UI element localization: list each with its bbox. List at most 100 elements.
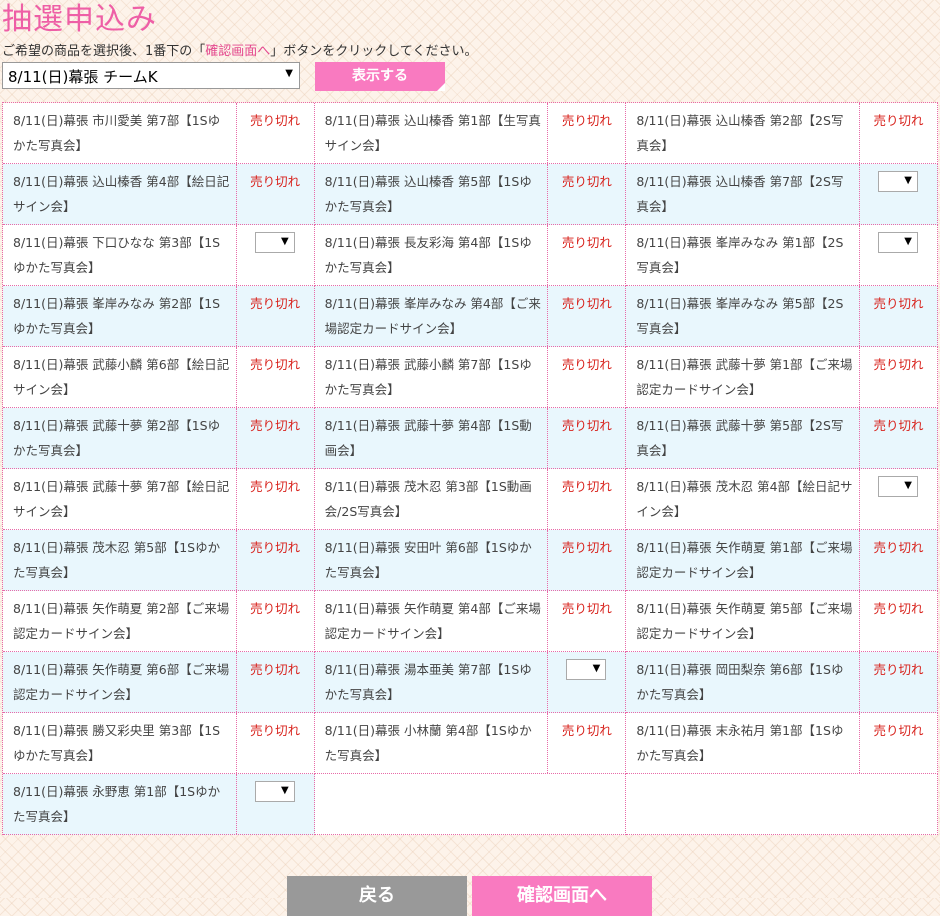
product-name: 8/11(日)幕張 茂木忍 第4部【絵日記サイン会】 — [636, 479, 853, 519]
show-button-label: 表示する — [352, 68, 408, 84]
product-name: 8/11(日)幕張 矢作萌夏 第6部【ご来場認定カードサイン会】 — [13, 662, 230, 702]
product-cell: 8/11(日)幕張 茂木忍 第4部【絵日記サイン会】 ▼ — [626, 469, 938, 530]
sold-out-label: 売り切れ — [235, 103, 314, 163]
sold-out-label: 売り切れ — [858, 347, 937, 407]
sold-out-label: 売り切れ — [235, 469, 314, 529]
sold-out-label: 売り切れ — [235, 408, 314, 468]
product-cell: 8/11(日)幕張 武藤十夢 第5部【2S写真会】 売り切れ — [626, 408, 938, 469]
product-cell: 8/11(日)幕張 矢作萌夏 第1部【ご来場認定カードサイン会】 売り切れ — [626, 530, 938, 591]
product-cell: 8/11(日)幕張 勝又彩央里 第3部【1Sゆかた写真会】 売り切れ — [3, 713, 315, 774]
product-cell: 8/11(日)幕張 峯岸みなみ 第1部【2S写真会】 ▼ — [626, 225, 938, 286]
quantity-select[interactable]: ▼ — [254, 232, 295, 253]
product-name: 8/11(日)幕張 市川愛美 第7部【1Sゆかた写真会】 — [13, 113, 221, 153]
sold-out-label: 売り切れ — [547, 591, 625, 651]
quantity-cell: ▼ — [858, 164, 937, 224]
product-name: 8/11(日)幕張 武藤小麟 第6部【絵日記サイン会】 — [13, 357, 230, 397]
product-cell: 8/11(日)幕張 茂木忍 第5部【1Sゆかた写真会】 売り切れ — [3, 530, 315, 591]
sold-out-label: 売り切れ — [858, 408, 937, 468]
product-cell: 8/11(日)幕張 長友彩海 第4部【1Sゆかた写真会】 売り切れ — [314, 225, 627, 286]
product-cell: 8/11(日)幕張 峯岸みなみ 第5部【2S写真会】 売り切れ — [626, 286, 938, 347]
quantity-cell: ▼ — [235, 774, 314, 834]
product-name: 8/11(日)幕張 武藤十夢 第1部【ご来場認定カードサイン会】 — [636, 357, 853, 397]
quantity-cell: ▼ — [858, 469, 937, 529]
sold-out-label: 売り切れ — [858, 591, 937, 651]
sold-out-label: 売り切れ — [547, 103, 625, 163]
product-name: 8/11(日)幕張 長友彩海 第4部【1Sゆかた写真会】 — [324, 235, 532, 275]
sold-out-label: 売り切れ — [235, 286, 314, 346]
empty-cell — [314, 774, 627, 835]
product-cell: 8/11(日)幕張 矢作萌夏 第5部【ご来場認定カードサイン会】 売り切れ — [626, 591, 938, 652]
chevron-down-icon: ▼ — [280, 785, 289, 796]
instruction-link-text: 確認画面へ — [205, 44, 271, 59]
product-name: 8/11(日)幕張 込山榛香 第2部【2S写真会】 — [636, 113, 844, 153]
product-cell: 8/11(日)幕張 矢作萌夏 第4部【ご来場認定カードサイン会】 売り切れ — [314, 591, 627, 652]
event-select[interactable]: 8/11(日)幕張 チームK ▼ — [2, 62, 300, 89]
product-cell: 8/11(日)幕張 武藤十夢 第2部【1Sゆかた写真会】 売り切れ — [3, 408, 315, 469]
product-name: 8/11(日)幕張 勝又彩央里 第3部【1Sゆかた写真会】 — [13, 723, 221, 763]
sold-out-label: 売り切れ — [235, 530, 314, 590]
product-cell: 8/11(日)幕張 武藤十夢 第4部【1S動画会】 売り切れ — [314, 408, 627, 469]
sold-out-label: 売り切れ — [547, 286, 625, 346]
sold-out-label: 売り切れ — [235, 591, 314, 651]
product-cell: 8/11(日)幕張 岡田梨奈 第6部【1Sゆかた写真会】 売り切れ — [626, 652, 938, 713]
sold-out-label: 売り切れ — [858, 286, 937, 346]
product-name: 8/11(日)幕張 下口ひなな 第3部【1Sゆかた写真会】 — [13, 235, 221, 275]
product-name: 8/11(日)幕張 矢作萌夏 第4部【ご来場認定カードサイン会】 — [324, 601, 541, 641]
product-cell: 8/11(日)幕張 武藤十夢 第1部【ご来場認定カードサイン会】 売り切れ — [626, 347, 938, 408]
sold-out-label: 売り切れ — [547, 530, 625, 590]
product-cell: 8/11(日)幕張 込山榛香 第5部【1Sゆかた写真会】 売り切れ — [314, 164, 627, 225]
product-name: 8/11(日)幕張 茂木忍 第5部【1Sゆかた写真会】 — [13, 540, 221, 580]
quantity-select[interactable]: ▼ — [877, 232, 918, 253]
quantity-select[interactable]: ▼ — [877, 171, 918, 192]
confirm-button[interactable]: 確認画面へ — [472, 876, 652, 916]
back-button[interactable]: 戻る — [287, 876, 467, 916]
quantity-cell: ▼ — [858, 225, 937, 285]
product-cell: 8/11(日)幕張 込山榛香 第4部【絵日記サイン会】 売り切れ — [3, 164, 315, 225]
product-name: 8/11(日)幕張 矢作萌夏 第5部【ご来場認定カードサイン会】 — [636, 601, 853, 641]
product-cell: 8/11(日)幕張 永野恵 第1部【1Sゆかた写真会】 ▼ — [3, 774, 315, 835]
chevron-down-icon: ▼ — [904, 480, 912, 491]
product-cell: 8/11(日)幕張 茂木忍 第3部【1S動画会/2S写真会】 売り切れ — [314, 469, 627, 530]
sold-out-label: 売り切れ — [547, 225, 625, 285]
sold-out-label: 売り切れ — [235, 347, 314, 407]
event-select-value: 8/11(日)幕張 チームK — [8, 68, 158, 86]
product-name: 8/11(日)幕張 込山榛香 第4部【絵日記サイン会】 — [13, 174, 230, 214]
product-cell: 8/11(日)幕張 武藤十夢 第7部【絵日記サイン会】 売り切れ — [3, 469, 315, 530]
quantity-cell: ▼ — [235, 225, 314, 285]
chevron-down-icon: ▼ — [280, 236, 289, 247]
quantity-select[interactable]: ▼ — [877, 476, 918, 497]
show-button[interactable]: 表示する — [315, 62, 445, 91]
product-name: 8/11(日)幕張 峯岸みなみ 第4部【ご来場認定カードサイン会】 — [324, 296, 541, 336]
product-cell: 8/11(日)幕張 小林蘭 第4部【1Sゆかた写真会】 売り切れ — [314, 713, 627, 774]
product-cell: 8/11(日)幕張 市川愛美 第7部【1Sゆかた写真会】 売り切れ — [3, 103, 315, 164]
product-name: 8/11(日)幕張 込山榛香 第1部【生写真サイン会】 — [324, 113, 541, 153]
product-name: 8/11(日)幕張 武藤十夢 第5部【2S写真会】 — [636, 418, 844, 458]
product-cell: 8/11(日)幕張 込山榛香 第2部【2S写真会】 売り切れ — [626, 103, 938, 164]
product-cell: 8/11(日)幕張 峯岸みなみ 第4部【ご来場認定カードサイン会】 売り切れ — [314, 286, 627, 347]
product-grid: 8/11(日)幕張 市川愛美 第7部【1Sゆかた写真会】 売り切れ 8/11(日)幕… — [2, 102, 938, 835]
product-name: 8/11(日)幕張 湯本亜美 第7部【1Sゆかた写真会】 — [324, 662, 532, 702]
chevron-down-icon: ▼ — [904, 175, 912, 186]
product-name: 8/11(日)幕張 矢作萌夏 第1部【ご来場認定カードサイン会】 — [636, 540, 853, 580]
product-name: 8/11(日)幕張 武藤十夢 第4部【1S動画会】 — [324, 418, 532, 458]
sold-out-label: 売り切れ — [235, 713, 314, 773]
product-name: 8/11(日)幕張 茂木忍 第3部【1S動画会/2S写真会】 — [324, 479, 532, 519]
quantity-select[interactable]: ▼ — [254, 781, 295, 802]
product-name: 8/11(日)幕張 込山榛香 第7部【2S写真会】 — [636, 174, 844, 214]
instruction-before: ご希望の商品を選択後、1番下の「 — [2, 44, 206, 59]
corner-fold-icon — [437, 83, 445, 91]
product-cell: 8/11(日)幕張 矢作萌夏 第6部【ご来場認定カードサイン会】 売り切れ — [3, 652, 315, 713]
instruction-after: 」ボタンをクリックしてください。 — [270, 44, 478, 59]
quantity-cell: ▼ — [547, 652, 625, 712]
empty-cell — [626, 774, 938, 835]
product-cell: 8/11(日)幕張 矢作萌夏 第2部【ご来場認定カードサイン会】 売り切れ — [3, 591, 315, 652]
product-cell: 8/11(日)幕張 武藤小麟 第6部【絵日記サイン会】 売り切れ — [3, 347, 315, 408]
product-cell: 8/11(日)幕張 峯岸みなみ 第2部【1Sゆかた写真会】 売り切れ — [3, 286, 315, 347]
quantity-select[interactable]: ▼ — [566, 659, 607, 680]
sold-out-label: 売り切れ — [858, 103, 937, 163]
product-name: 8/11(日)幕張 武藤小麟 第7部【1Sゆかた写真会】 — [324, 357, 532, 397]
product-name: 8/11(日)幕張 峯岸みなみ 第5部【2S写真会】 — [636, 296, 844, 336]
sold-out-label: 売り切れ — [547, 347, 625, 407]
sold-out-label: 売り切れ — [235, 652, 314, 712]
sold-out-label: 売り切れ — [235, 164, 314, 224]
